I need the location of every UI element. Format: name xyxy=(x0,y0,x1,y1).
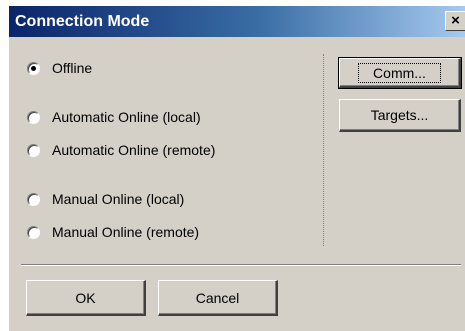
close-icon: × xyxy=(451,12,460,29)
radio-label-manual-online-local: Manual Online (local) xyxy=(52,191,185,207)
comm-button-label: Comm... xyxy=(358,62,441,83)
radio-indicator-automatic-online-remote[interactable] xyxy=(27,143,40,157)
vertical-divider xyxy=(323,54,324,246)
radio-indicator-offline[interactable] xyxy=(27,61,40,75)
radio-manual-online-local[interactable]: Manual Online (local) xyxy=(27,189,184,209)
cancel-button-label: Cancel xyxy=(195,289,240,306)
radio-indicator-automatic-online-local[interactable] xyxy=(27,110,40,124)
radio-offline[interactable]: Offline xyxy=(27,58,92,78)
targets-button-label: Targets... xyxy=(370,107,429,123)
radio-indicator-manual-online-remote[interactable] xyxy=(27,225,40,239)
comm-button[interactable]: Comm... xyxy=(338,57,462,89)
ok-button-label: OK xyxy=(75,289,96,306)
radio-label-manual-online-remote: Manual Online (remote) xyxy=(52,224,200,240)
ok-button[interactable]: OK xyxy=(26,280,146,316)
radio-automatic-online-local[interactable]: Automatic Online (local) xyxy=(27,107,201,127)
horizontal-divider xyxy=(21,264,461,266)
radio-manual-online-remote[interactable]: Manual Online (remote) xyxy=(27,222,199,242)
dialog-title: Connection Mode xyxy=(15,13,150,30)
close-button[interactable]: × xyxy=(445,11,465,31)
radio-label-automatic-online-remote: Automatic Online (remote) xyxy=(52,142,216,158)
radio-label-offline: Offline xyxy=(52,60,93,76)
radio-label-automatic-online-local: Automatic Online (local) xyxy=(52,109,201,125)
title-bar[interactable]: Connection Mode × xyxy=(9,6,465,37)
radio-indicator-manual-online-local[interactable] xyxy=(27,192,40,206)
connection-mode-dialog: Connection Mode × Offline Automatic Onli… xyxy=(8,6,465,331)
targets-button[interactable]: Targets... xyxy=(339,99,461,132)
cancel-button[interactable]: Cancel xyxy=(158,280,278,316)
radio-automatic-online-remote[interactable]: Automatic Online (remote) xyxy=(27,140,215,160)
